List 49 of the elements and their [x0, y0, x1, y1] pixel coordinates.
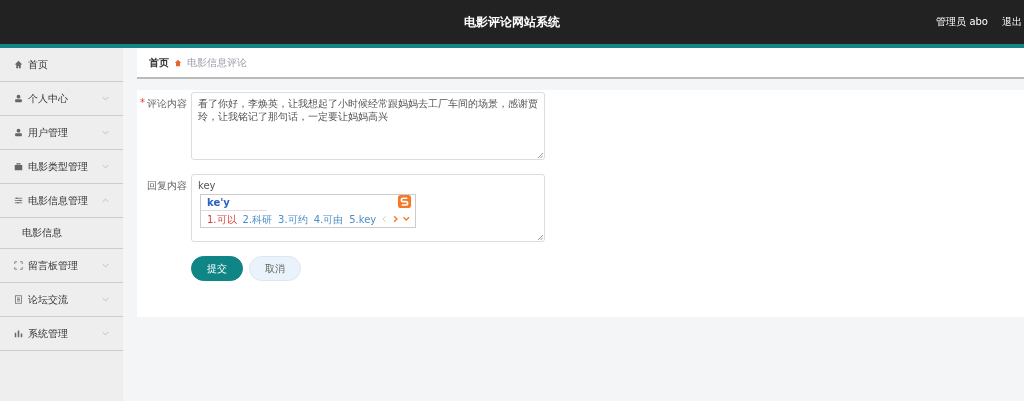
person-icon: [14, 94, 23, 103]
menu-item[interactable]: 论坛交流: [0, 283, 123, 317]
menu-item[interactable]: 系统管理: [0, 317, 123, 351]
menu-label: 留言板管理: [28, 258, 79, 273]
home-icon: [14, 60, 23, 69]
ime-composition: ke'y: [201, 195, 267, 211]
ime-candidate[interactable]: 3.可约: [278, 212, 308, 226]
menu-label: 系统管理: [28, 326, 69, 341]
sliders-icon: [14, 196, 23, 205]
cancel-button[interactable]: 取消: [249, 256, 301, 281]
menu-item[interactable]: 个人中心: [0, 82, 123, 116]
text-area[interactable]: 看了你好，李焕英，让我想起了小时候经常跟妈妈去工厂车间的场景，感谢贾玲，让我铭记了那句话，一定要让妈妈高兴: [191, 92, 545, 160]
menu-label: 首页: [28, 57, 49, 72]
document-icon: [14, 295, 23, 304]
app-title: 电影评论网站系统: [464, 13, 560, 31]
resize-grip-icon: [537, 234, 543, 240]
person-icon: [14, 128, 23, 137]
ime-candidate[interactable]: 4.可由: [313, 212, 344, 226]
field-label: 回复内容: [147, 179, 187, 193]
field-label: 评论内容: [147, 97, 187, 111]
ime-candidate[interactable]: 1.可以: [207, 212, 237, 226]
bar-chart-icon: [14, 329, 23, 338]
logout-link[interactable]: 退出: [1002, 15, 1022, 29]
breadcrumb-item[interactable]: 首页: [149, 55, 169, 70]
breadcrumb-item: 电影信息评论: [187, 55, 247, 70]
menu-label: 电影类型管理: [28, 159, 89, 174]
ime-logo-icon: [397, 194, 412, 209]
frame-icon: [14, 261, 23, 270]
menu-item[interactable]: 用户管理: [0, 116, 123, 150]
menu-item[interactable]: 电影类型管理: [0, 150, 123, 184]
ime-candidate[interactable]: 5.key: [349, 212, 377, 226]
menu-label: 论坛交流: [28, 292, 69, 307]
field-value: key: [198, 180, 216, 191]
required-mark: *: [140, 97, 145, 108]
menu-label: 电影信息管理: [28, 193, 89, 208]
menu-item[interactable]: 留言板管理: [0, 249, 123, 283]
ime-candidate[interactable]: 2.科研: [242, 212, 273, 226]
text-area[interactable]: key ke'y 1.可以 2.科研 3.可约 4.可由 5.key: [191, 174, 545, 242]
menu-item[interactable]: 首页: [0, 48, 123, 82]
briefcase-icon: [14, 162, 23, 171]
user-label: 管理员 abo: [936, 15, 988, 29]
menu-label: 用户管理: [28, 125, 69, 140]
house-icon: [174, 58, 182, 67]
submenu-item[interactable]: 电影信息: [0, 218, 123, 249]
menu-item[interactable]: 电影信息管理: [0, 184, 123, 218]
submit-button[interactable]: 提交: [191, 256, 243, 281]
field-value: 看了你好，李焕英，让我想起了小时候经常跟妈妈去工厂车间的场景，感谢贾玲，让我铭记了那句话，一定要让妈妈高兴: [198, 98, 538, 122]
resize-grip-icon: [537, 152, 543, 158]
menu-label: 个人中心: [28, 91, 69, 106]
